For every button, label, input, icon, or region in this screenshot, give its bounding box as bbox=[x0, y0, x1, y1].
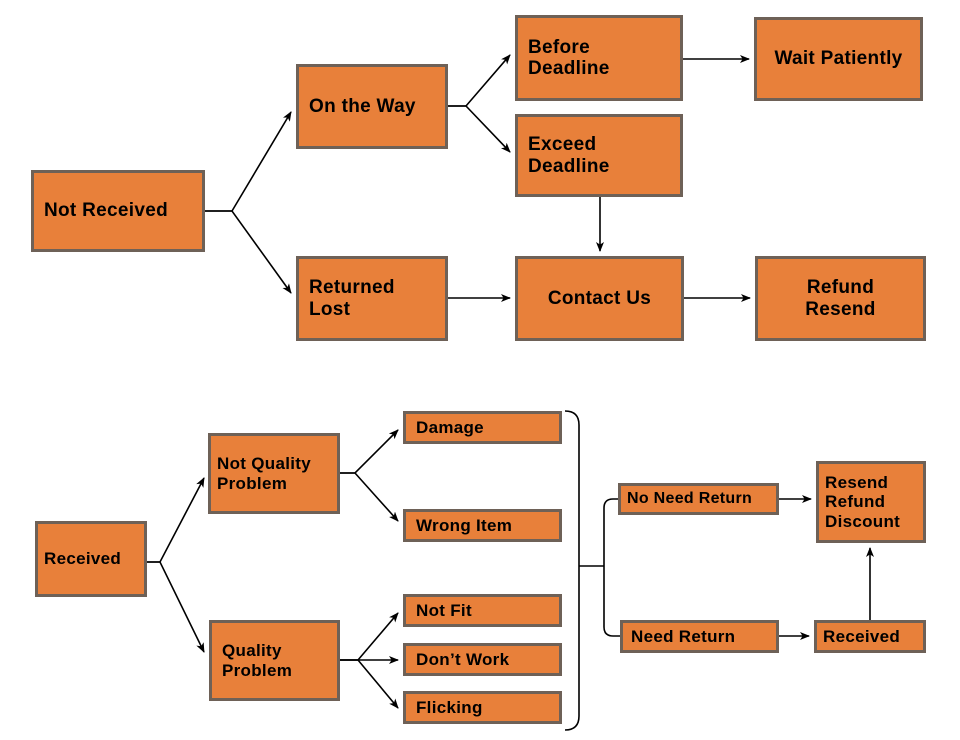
node-exceed-deadline-label: Exceed Deadline bbox=[528, 134, 610, 177]
node-quality-problem-label: Quality Problem bbox=[222, 641, 293, 680]
node-on-the-way[interactable]: On the Way bbox=[296, 64, 448, 149]
node-resend-refund-discount[interactable]: Resend Refund Discount bbox=[816, 461, 926, 543]
node-not-received-label: Not Received bbox=[44, 200, 168, 222]
edge-not-quality-problem-to-damage bbox=[340, 429, 399, 474]
edge-received-to-quality-problem bbox=[147, 561, 205, 653]
node-dont-work[interactable]: Don’t Work bbox=[403, 643, 562, 676]
node-need-return-label: Need Return bbox=[631, 626, 736, 646]
node-before-deadline[interactable]: Before Deadline bbox=[515, 15, 683, 101]
issue-group-brace bbox=[564, 410, 580, 731]
node-not-fit-label: Not Fit bbox=[416, 600, 472, 620]
node-refund-resend[interactable]: Refund Resend bbox=[755, 256, 926, 341]
edge-received-to-not-quality-problem bbox=[147, 477, 205, 563]
node-no-need-return-label: No Need Return bbox=[627, 490, 753, 508]
edge-on-the-way-to-exceed-deadline bbox=[448, 105, 511, 153]
edge-quality-problem-to-flicking bbox=[340, 659, 399, 709]
node-flicking[interactable]: Flicking bbox=[403, 691, 562, 724]
node-damage[interactable]: Damage bbox=[403, 411, 562, 444]
node-before-deadline-label: Before Deadline bbox=[528, 36, 610, 79]
edge-not-received-to-on-the-way bbox=[205, 111, 292, 212]
node-contact-us-label: Contact Us bbox=[547, 287, 652, 309]
node-wait-patiently-label: Wait Patiently bbox=[774, 48, 903, 70]
node-not-fit[interactable]: Not Fit bbox=[403, 594, 562, 627]
node-returned-lost[interactable]: Returned Lost bbox=[296, 256, 448, 341]
node-wrong-item[interactable]: Wrong Item bbox=[403, 509, 562, 542]
node-returned-lost-label: Returned Lost bbox=[309, 277, 395, 320]
node-on-the-way-label: On the Way bbox=[309, 95, 416, 117]
node-received[interactable]: Received bbox=[35, 521, 147, 597]
node-quality-problem[interactable]: Quality Problem bbox=[209, 620, 340, 701]
node-exceed-deadline[interactable]: Exceed Deadline bbox=[515, 114, 683, 197]
node-dont-work-label: Don’t Work bbox=[416, 649, 510, 669]
edge-issue-group-to-need-return bbox=[603, 566, 620, 637]
node-received-label: Received bbox=[44, 549, 122, 569]
node-refund-resend-label: Refund Resend bbox=[805, 277, 876, 320]
node-not-quality-problem-label: Not Quality Problem bbox=[217, 454, 311, 493]
node-no-need-return[interactable]: No Need Return bbox=[618, 483, 779, 515]
edge-not-received-to-returned-lost bbox=[205, 210, 292, 294]
edge-issue-group-to-no-need-return bbox=[603, 498, 618, 566]
node-flicking-label: Flicking bbox=[416, 697, 483, 717]
node-need-return[interactable]: Need Return bbox=[620, 620, 779, 653]
node-wrong-item-label: Wrong Item bbox=[416, 515, 513, 535]
node-contact-us[interactable]: Contact Us bbox=[515, 256, 684, 341]
edge-on-the-way-to-before-deadline bbox=[448, 54, 511, 107]
node-received-returned[interactable]: Received bbox=[814, 620, 926, 653]
node-not-received[interactable]: Not Received bbox=[31, 170, 205, 252]
node-not-quality-problem[interactable]: Not Quality Problem bbox=[208, 433, 340, 514]
node-received-returned-label: Received bbox=[823, 626, 901, 646]
node-wait-patiently[interactable]: Wait Patiently bbox=[754, 17, 923, 101]
node-resend-refund-discount-label: Resend Refund Discount bbox=[825, 473, 901, 531]
node-damage-label: Damage bbox=[416, 417, 484, 437]
edge-quality-problem-to-not-fit bbox=[340, 612, 399, 661]
flowchart-canvas: Not Received On the Way Returned Lost Be… bbox=[0, 0, 960, 740]
edge-not-quality-problem-to-wrong-item bbox=[340, 472, 399, 522]
